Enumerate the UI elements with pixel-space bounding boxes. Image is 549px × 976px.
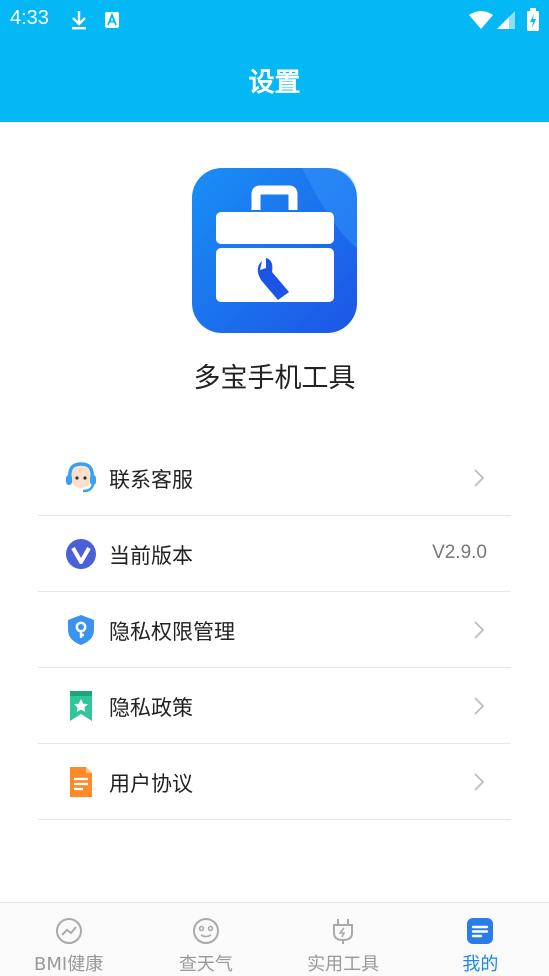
plug-icon: [333, 919, 354, 944]
download-icon: [72, 11, 86, 30]
menu-item-privacy-policy[interactable]: 隐私政策: [38, 668, 511, 744]
chevron-right-icon: [474, 621, 485, 639]
menu-item-customer-service[interactable]: 联系客服: [38, 440, 511, 516]
tab-label: 查天气: [178, 954, 233, 975]
profile-icon: [467, 918, 494, 944]
document-icon: [70, 767, 92, 797]
shield-key-icon: [68, 615, 94, 645]
app-name: 多宝手机工具: [193, 363, 356, 394]
tab-label: BMI健康: [34, 954, 104, 975]
tab-mine[interactable]: 我的: [412, 903, 549, 976]
battery-charging-icon: [527, 8, 539, 31]
settings-menu: 联系客服 当前版本 V2.9.0 隐私权限管理 隐私政策 用户协议: [38, 440, 511, 820]
menu-item-label: 当前版本: [109, 544, 193, 568]
chevron-right-icon: [474, 697, 485, 715]
chevron-right-icon: [474, 469, 485, 487]
text-a-icon: [105, 12, 119, 28]
menu-item-label: 用户协议: [109, 772, 193, 796]
customer-service-icon: [66, 462, 96, 493]
tab-utility-tools[interactable]: 实用工具: [275, 903, 412, 976]
tab-bmi-health[interactable]: BMI健康: [0, 903, 137, 976]
tab-label: 实用工具: [307, 954, 380, 975]
app-bar: 设置: [0, 40, 549, 122]
version-icon: [66, 539, 96, 569]
bookmark-star-icon: [70, 691, 92, 721]
signal-icon: [497, 11, 515, 29]
trend-icon: [55, 918, 82, 944]
weather-face-icon: [192, 918, 219, 944]
menu-item-label: 隐私政策: [109, 696, 193, 720]
menu-item-user-agreement[interactable]: 用户协议: [38, 744, 511, 820]
chevron-right-icon: [474, 773, 485, 791]
tab-label: 我的: [462, 954, 499, 975]
page-title: 设置: [248, 68, 301, 98]
version-value: V2.9.0: [432, 542, 487, 563]
wifi-icon: [469, 11, 493, 29]
menu-item-label: 隐私权限管理: [109, 620, 235, 644]
menu-item-label: 联系客服: [109, 468, 193, 492]
tab-weather[interactable]: 查天气: [137, 903, 274, 976]
menu-item-version[interactable]: 当前版本 V2.9.0: [38, 516, 511, 592]
app-logo-icon: [192, 168, 357, 333]
menu-item-privacy-permissions[interactable]: 隐私权限管理: [38, 592, 511, 668]
status-time: 4:33: [10, 7, 49, 29]
bottom-tab-bar: BMI健康 查天气 实用工具 我的: [0, 902, 549, 976]
status-bar: 4:33: [0, 0, 549, 40]
